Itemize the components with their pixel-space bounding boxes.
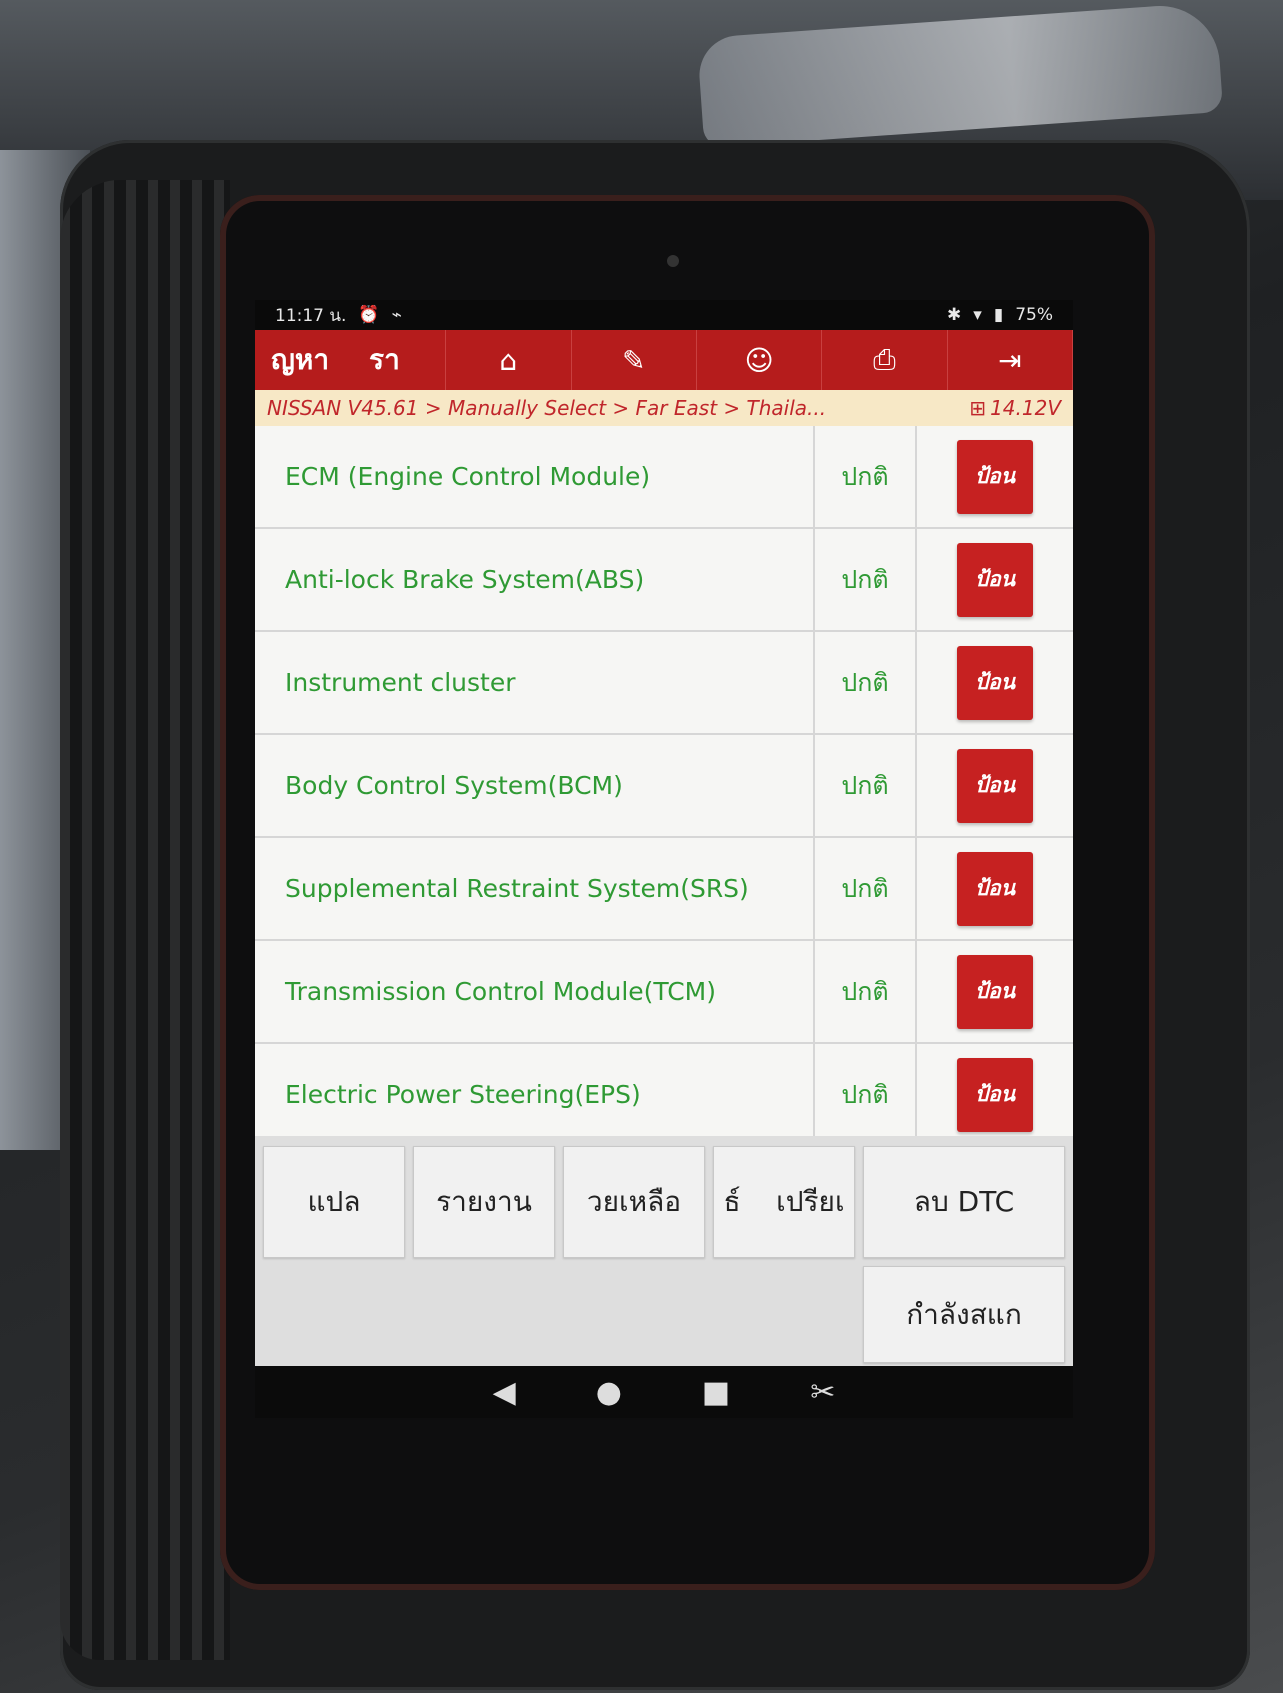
status-bar: 11:17 น. ⏰ ⌁ ✱ ▾ ▮ 75%: [255, 300, 1073, 330]
toolbar-title-part1: ญหา: [271, 343, 330, 376]
edit-button[interactable]: ✎: [572, 330, 697, 390]
clock: 11:17 น.: [275, 305, 347, 326]
print-icon: ⎙: [873, 343, 896, 376]
table-row: ECM (Engine Control Module) ปกติ ป้อน: [255, 426, 1073, 529]
usb-icon: ⌁: [391, 305, 402, 325]
compare-button[interactable]: ธ์ เปรียเ: [713, 1146, 855, 1258]
report-button[interactable]: รายงาน: [413, 1146, 555, 1258]
tablet-screen: 11:17 น. ⏰ ⌁ ✱ ▾ ▮ 75% ญหา รา ⌂ ✎ ☺ ⎙ ⇥ …: [255, 300, 1073, 1418]
table-row: Body Control System(BCM) ปกติ ป้อน: [255, 735, 1073, 838]
enter-button[interactable]: ป้อน: [957, 851, 1033, 926]
system-status: ปกติ: [815, 529, 917, 630]
voltage-value: 14.12V: [990, 396, 1061, 420]
recents-icon[interactable]: ■: [702, 1375, 730, 1410]
system-status: ปกติ: [815, 632, 917, 733]
voltage-readout: ⊞ 14.12V: [969, 396, 1061, 420]
profile-icon: ☺: [744, 343, 774, 377]
breadcrumb-path: NISSAN V45.61 > Manually Select > Far Ea…: [267, 396, 827, 420]
system-status: ปกติ: [815, 426, 917, 527]
print-button[interactable]: ⎙: [822, 330, 948, 390]
front-camera: [667, 255, 679, 267]
edit-icon: ✎: [621, 343, 646, 377]
system-name: Body Control System(BCM): [255, 735, 815, 836]
help-button[interactable]: วยเหลือ: [563, 1146, 705, 1258]
clear-dtc-button[interactable]: ลบ DTC: [863, 1146, 1065, 1258]
profile-button[interactable]: ☺: [697, 330, 823, 390]
system-list: ECM (Engine Control Module) ปกติ ป้อน An…: [255, 426, 1073, 1147]
exit-icon: ⇥: [998, 343, 1022, 377]
enter-button[interactable]: ป้อน: [957, 542, 1033, 617]
enter-button[interactable]: ป้อน: [957, 1057, 1033, 1132]
system-name: Electric Power Steering(EPS): [255, 1044, 815, 1145]
system-name: Instrument cluster: [255, 632, 815, 733]
table-row: Transmission Control Module(TCM) ปกติ ป้…: [255, 941, 1073, 1044]
system-name: Transmission Control Module(TCM): [255, 941, 815, 1042]
top-toolbar: ญหา รา ⌂ ✎ ☺ ⎙ ⇥: [255, 330, 1073, 390]
system-status: ปกติ: [815, 1044, 917, 1145]
function-bar: แปล รายงาน วยเหลือ ธ์ เปรียเ ลบ DTC กำลั…: [255, 1136, 1073, 1366]
table-row: Anti-lock Brake System(ABS) ปกติ ป้อน: [255, 529, 1073, 632]
exit-button[interactable]: ⇥: [948, 330, 1073, 390]
toolbar-title: ญหา รา: [255, 330, 447, 390]
system-status: ปกติ: [815, 838, 917, 939]
translate-button[interactable]: แปล: [263, 1146, 405, 1258]
battery-level: 75%: [1015, 305, 1053, 325]
system-status: ปกติ: [815, 941, 917, 1042]
home-circle-icon[interactable]: ●: [596, 1375, 622, 1410]
system-status: ปกติ: [815, 735, 917, 836]
tablet-grip: [60, 180, 230, 1660]
bluetooth-icon: ✱: [947, 305, 962, 325]
android-nav-bar: ◀ ● ■ ✂: [255, 1366, 1073, 1418]
system-name: Anti-lock Brake System(ABS): [255, 529, 815, 630]
battery-icon: ▮: [993, 305, 1004, 325]
screenshot-icon[interactable]: ✂: [810, 1375, 835, 1410]
table-row: Supplemental Restraint System(SRS) ปกติ …: [255, 838, 1073, 941]
home-button[interactable]: ⌂: [446, 330, 572, 390]
breadcrumb: NISSAN V45.61 > Manually Select > Far Ea…: [255, 390, 1073, 426]
system-name: ECM (Engine Control Module): [255, 426, 815, 527]
enter-button[interactable]: ป้อน: [957, 748, 1033, 823]
system-name: Supplemental Restraint System(SRS): [255, 838, 815, 939]
enter-button[interactable]: ป้อน: [957, 645, 1033, 720]
battery-voltage-icon: ⊞: [969, 396, 987, 420]
home-icon: ⌂: [499, 343, 518, 377]
table-row: Instrument cluster ปกติ ป้อน: [255, 632, 1073, 735]
enter-button[interactable]: ป้อน: [957, 439, 1033, 514]
back-icon[interactable]: ◀: [493, 1375, 516, 1410]
table-row: Electric Power Steering(EPS) ปกติ ป้อน: [255, 1044, 1073, 1147]
wifi-icon: ▾: [973, 305, 982, 325]
toolbar-title-part2: รา: [369, 343, 400, 376]
alarm-icon: ⏰: [358, 305, 380, 325]
scanning-button[interactable]: กำลังสแก: [863, 1266, 1065, 1363]
enter-button[interactable]: ป้อน: [957, 954, 1033, 1029]
